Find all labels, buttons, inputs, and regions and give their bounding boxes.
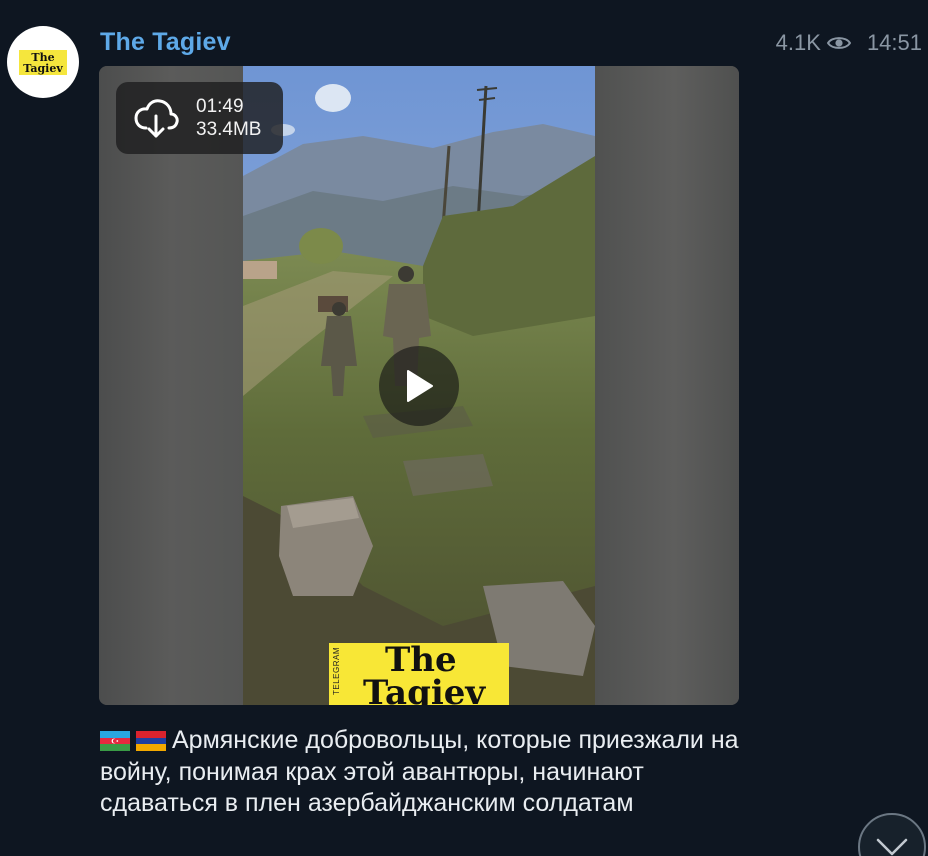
scroll-down-button[interactable] xyxy=(858,813,926,856)
video-blur-right xyxy=(595,66,739,705)
download-chip[interactable]: 01:49 33.4MB xyxy=(116,82,283,154)
video-blur-left xyxy=(99,66,243,705)
channel-name[interactable]: The Tagiev xyxy=(100,28,231,57)
video-watermark: TELEGRAM The Tagiev xyxy=(329,643,509,705)
cloud-download-icon[interactable] xyxy=(133,95,179,141)
avatar-logo-line2: Tagiev xyxy=(23,61,63,75)
azerbaijan-flag-icon xyxy=(100,731,130,751)
post-time: 14:51 xyxy=(866,30,922,55)
armenia-flag-icon xyxy=(136,731,166,751)
video-duration: 01:49 xyxy=(196,96,244,117)
caption-text: Армянские добровольцы, которые приезжали… xyxy=(100,726,739,817)
play-icon xyxy=(407,370,433,402)
watermark-line2: Tagiev xyxy=(363,673,486,705)
avatar-logo-line1: The xyxy=(31,50,55,64)
download-info: 01:49 33.4MB xyxy=(196,95,261,141)
watermark-side-label: TELEGRAM xyxy=(332,647,341,696)
telegram-channel-view: The Tagiev The Tagiev 4.1K 14:51 01:49 3… xyxy=(0,0,928,856)
view-count: 4.1K xyxy=(775,30,821,55)
avatar-logo: The Tagiev xyxy=(19,49,67,75)
play-button[interactable] xyxy=(379,346,459,426)
channel-avatar[interactable]: The Tagiev xyxy=(7,26,79,98)
eye-icon xyxy=(826,37,851,49)
chevron-down-icon xyxy=(876,838,908,856)
post-meta: 4.1K 14:51 xyxy=(776,30,922,56)
video-size: 33.4MB xyxy=(196,119,262,140)
post-caption: Армянские добровольцы, которые приезжали… xyxy=(100,725,740,820)
